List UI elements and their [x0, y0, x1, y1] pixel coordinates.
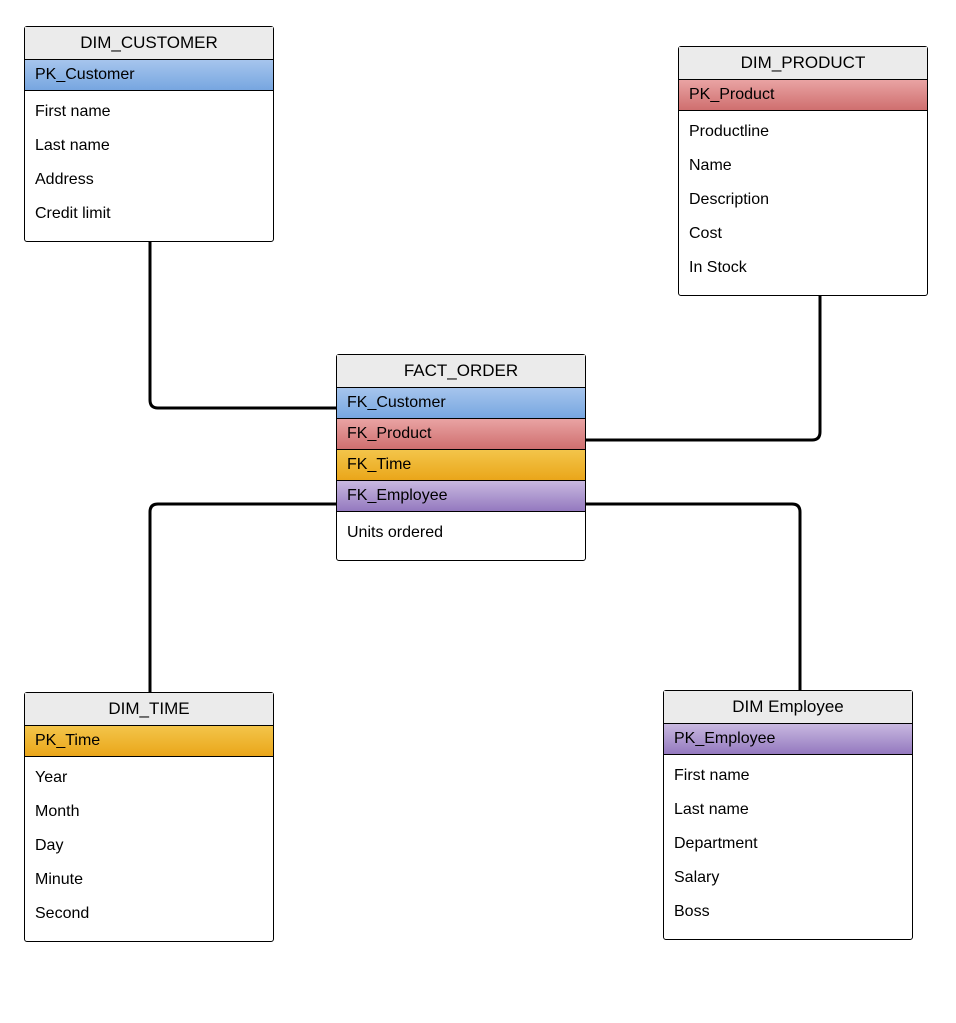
fk-employee: FK_Employee: [337, 481, 585, 512]
attr: Year: [35, 761, 263, 795]
attr-list: Productline Name Description Cost In Sto…: [679, 111, 927, 295]
attr-list: First name Last name Department Salary B…: [664, 755, 912, 939]
pk-time: PK_Time: [25, 726, 273, 757]
entity-title: DIM Employee: [664, 691, 912, 724]
entity-title: DIM_PRODUCT: [679, 47, 927, 80]
attr: Day: [35, 829, 263, 863]
entity-title: FACT_ORDER: [337, 355, 585, 388]
entity-fact-order: FACT_ORDER FK_Customer FK_Product FK_Tim…: [336, 354, 586, 561]
entity-dim-product: DIM_PRODUCT PK_Product Productline Name …: [678, 46, 928, 296]
edge-customer-fact: [150, 238, 336, 408]
entity-dim-time: DIM_TIME PK_Time Year Month Day Minute S…: [24, 692, 274, 942]
attr: Last name: [35, 129, 263, 163]
attr: Second: [35, 897, 263, 931]
pk-customer: PK_Customer: [25, 60, 273, 91]
attr: Productline: [689, 115, 917, 149]
edge-time-fact: [150, 504, 336, 692]
attr: Month: [35, 795, 263, 829]
edge-product-fact: [586, 294, 820, 440]
diagram-canvas: DIM_CUSTOMER PK_Customer First name Last…: [0, 0, 956, 1023]
attr: Units ordered: [347, 516, 575, 550]
attr-list: First name Last name Address Credit limi…: [25, 91, 273, 241]
edge-employee-fact: [586, 504, 800, 690]
attr: First name: [674, 759, 902, 793]
entity-title: DIM_TIME: [25, 693, 273, 726]
attr: Description: [689, 183, 917, 217]
fk-customer: FK_Customer: [337, 388, 585, 419]
pk-employee: PK_Employee: [664, 724, 912, 755]
attr: Department: [674, 827, 902, 861]
fk-time: FK_Time: [337, 450, 585, 481]
pk-product: PK_Product: [679, 80, 927, 111]
attr: Address: [35, 163, 263, 197]
fk-product: FK_Product: [337, 419, 585, 450]
attr: Name: [689, 149, 917, 183]
attr: Salary: [674, 861, 902, 895]
attr: Boss: [674, 895, 902, 929]
attr: First name: [35, 95, 263, 129]
entity-title: DIM_CUSTOMER: [25, 27, 273, 60]
entity-dim-employee: DIM Employee PK_Employee First name Last…: [663, 690, 913, 940]
attr: Cost: [689, 217, 917, 251]
attr-list: Year Month Day Minute Second: [25, 757, 273, 941]
attr: Last name: [674, 793, 902, 827]
attr-list: Units ordered: [337, 512, 585, 560]
attr: Credit limit: [35, 197, 263, 231]
attr: In Stock: [689, 251, 917, 285]
entity-dim-customer: DIM_CUSTOMER PK_Customer First name Last…: [24, 26, 274, 242]
attr: Minute: [35, 863, 263, 897]
